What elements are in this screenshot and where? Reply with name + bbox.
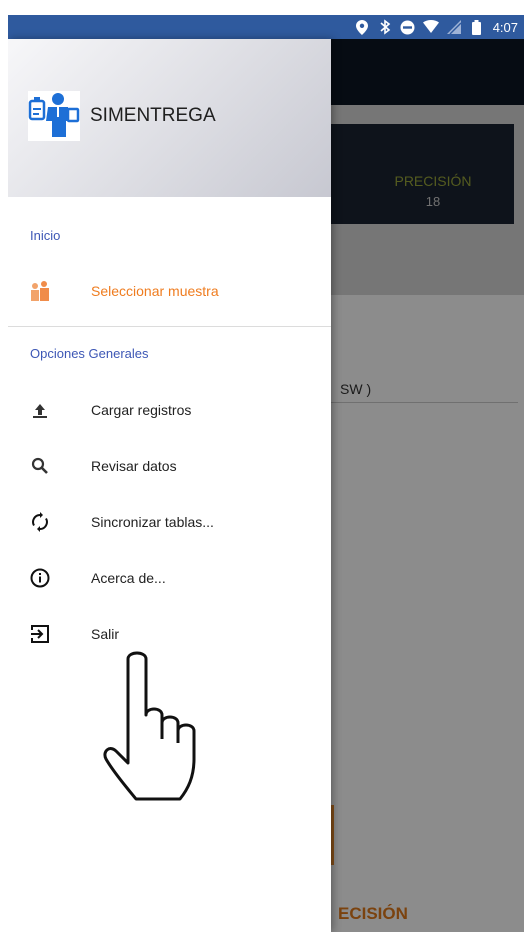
- clock: 4:07: [492, 19, 518, 35]
- navigation-drawer: SIMENTREGA Inicio Seleccionar muestra Op…: [8, 39, 331, 932]
- menu-item-acerca-de[interactable]: Acerca de...: [8, 554, 331, 602]
- menu-item-seleccionar-muestra[interactable]: Seleccionar muestra: [8, 267, 331, 315]
- workers-icon: [28, 279, 52, 303]
- menu-item-label: Revisar datos: [91, 458, 177, 474]
- pointer-hand-icon: [98, 649, 218, 809]
- app-name: SIMENTREGA: [90, 105, 216, 126]
- menu-divider: [8, 326, 331, 327]
- do-not-disturb-icon: [400, 19, 416, 35]
- menu-item-label: Sincronizar tablas...: [91, 514, 214, 530]
- search-icon: [28, 454, 52, 478]
- menu-item-label: Cargar registros: [91, 402, 192, 418]
- status-bar: 4:07: [8, 15, 524, 39]
- location-icon: [354, 19, 370, 35]
- drawer-header: SIMENTREGA: [8, 39, 331, 197]
- menu-item-label: Acerca de...: [91, 570, 166, 586]
- menu-item-cargar-registros[interactable]: Cargar registros: [8, 386, 331, 434]
- section-inicio-label: Inicio: [30, 228, 61, 243]
- app-logo: [28, 91, 80, 141]
- menu-item-sincronizar-tablas[interactable]: Sincronizar tablas...: [8, 498, 331, 546]
- upload-icon: [28, 398, 52, 422]
- menu-item-label: Salir: [91, 626, 120, 642]
- section-opciones-label: Opciones Generales: [30, 346, 149, 361]
- battery-icon: [469, 19, 485, 35]
- bluetooth-icon: [377, 19, 393, 35]
- info-icon: [28, 566, 52, 590]
- exit-icon: [28, 622, 52, 646]
- menu-item-revisar-datos[interactable]: Revisar datos: [8, 442, 331, 490]
- sync-icon: [28, 510, 52, 534]
- screen: PRECISIÓN 18 SW ) ECISIÓN 4:07 SIMENTREG…: [8, 15, 524, 932]
- signal-icon: [446, 19, 462, 35]
- menu-item-label: Seleccionar muestra: [91, 283, 219, 299]
- wifi-icon: [422, 19, 439, 35]
